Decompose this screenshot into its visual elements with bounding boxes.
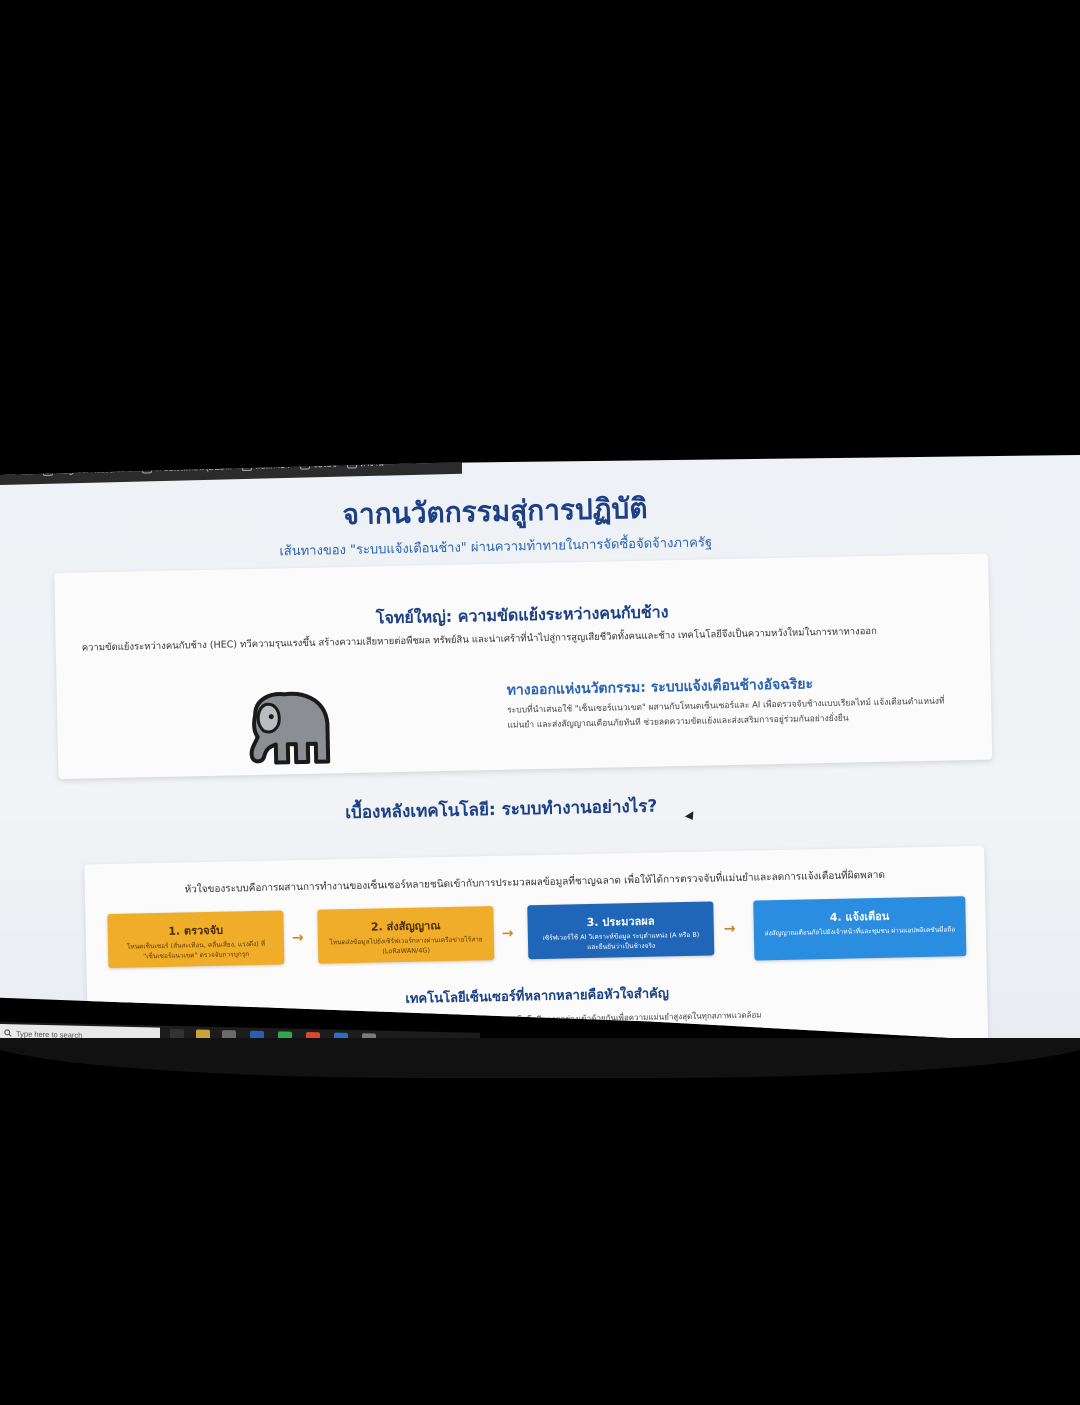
search-icon	[4, 1029, 12, 1037]
arrow-right-icon: →	[501, 925, 514, 942]
step-detect: 1. ตรวจจับ โหนดเซ็นเซอร์ (สั่นสะเทือน, ค…	[107, 910, 285, 969]
arrow-right-icon: →	[291, 929, 304, 947]
elephant-icon	[249, 691, 331, 765]
web-page: จากนวัตกรรมสู่การปฏิบัติ เส้นทางของ "ระบ…	[0, 455, 1080, 1045]
step-process: 3. ประมวลผล เซิร์ฟเวอร์ใช้ AI วิเคราะห์ข…	[527, 901, 715, 960]
monitor-screen: YouTube Insightful Resource... ระบบเงินเ…	[0, 455, 1080, 1045]
monitor-bezel	[0, 1038, 1080, 1078]
step-desc: โหนดส่งข้อมูลไปยังเซิร์ฟเวอร์กลางผ่านเคร…	[329, 935, 483, 956]
step-desc: โหนดเซ็นเซอร์ (สั่นสะเทือน, คลื่นเสียง, …	[126, 939, 266, 961]
problem-card: โจทย์ใหญ่: ความขัดแย้งระหว่างคนกับช้าง ค…	[54, 553, 993, 780]
arrow-right-icon: →	[723, 920, 736, 938]
solution-description: ระบบที่นำเสนอใช้ "เซ็นเซอร์แนวเขต" ผสานก…	[507, 696, 945, 731]
step-desc: เซิร์ฟเวอร์ใช้ AI วิเคราะห์ข้อมูล ระบุตำ…	[542, 930, 700, 952]
process-steps: 1. ตรวจจับ โหนดเซ็นเซอร์ (สั่นสะเทือน, ค…	[107, 896, 968, 980]
step-alert: 4. แจ้งเตือน ส่งสัญญาณเตือนภัยไปยังเจ้าห…	[753, 896, 967, 961]
tech-title: เบื้องหลังเทคโนโลยี: ระบบทำงานอย่างไร?	[345, 796, 658, 824]
tech-description: หัวใจของระบบคือการผสานการทำงานของเซ็นเซอ…	[184, 869, 886, 896]
step-transmit: 2. ส่งสัญญาณ โหนดส่งข้อมูลไปยังเซิร์ฟเวอ…	[317, 906, 495, 964]
tech-card: หัวใจของระบบคือการผสานการทำงานของเซ็นเซอ…	[84, 845, 989, 1045]
photo-frame: YouTube Insightful Resource... ระบบเงินเ…	[0, 0, 1080, 1405]
